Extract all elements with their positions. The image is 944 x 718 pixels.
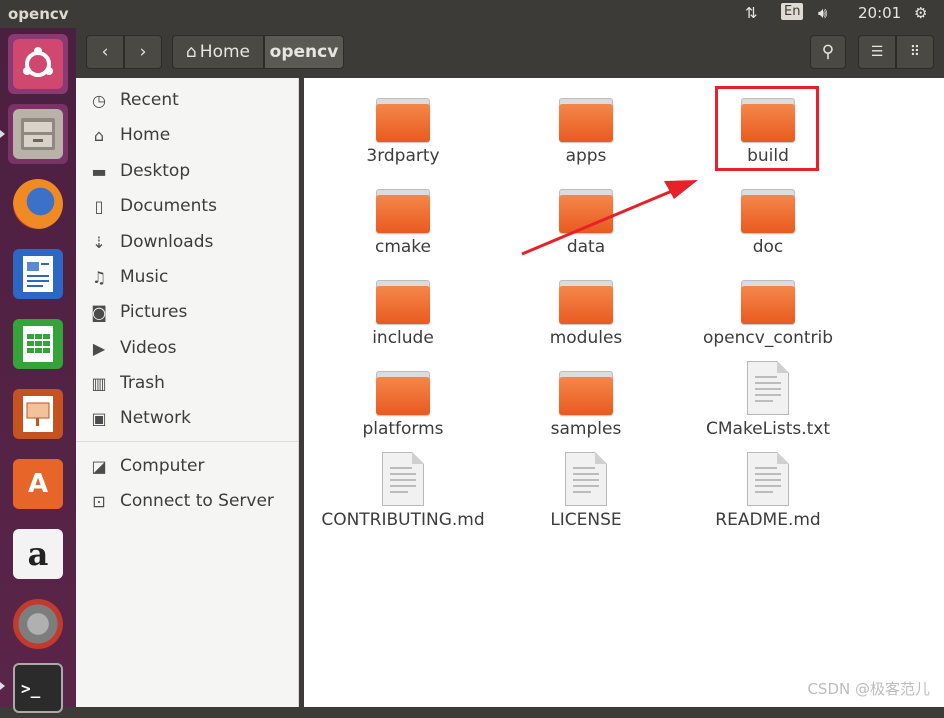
annotation-arrow (521, 180, 698, 256)
watermark: CSDN @极客范儿 (807, 680, 930, 698)
